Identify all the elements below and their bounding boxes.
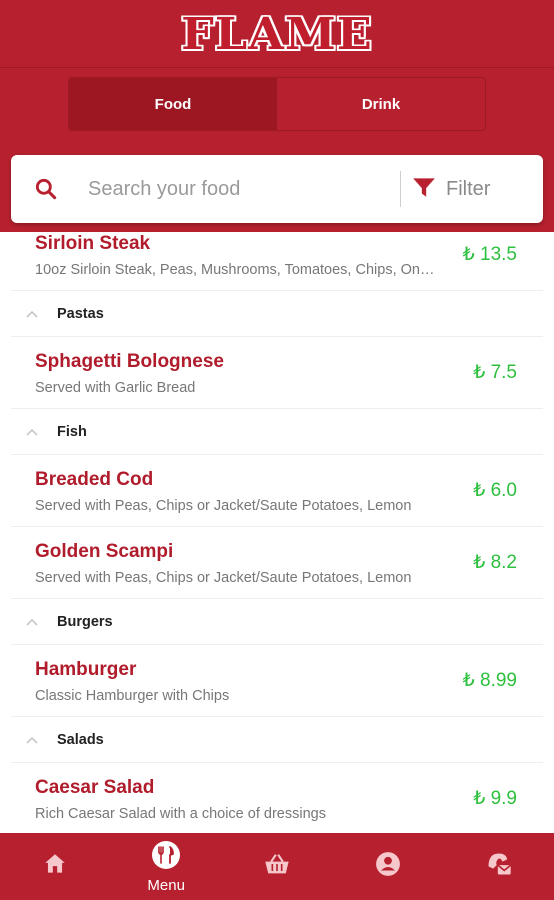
contact-icon bbox=[485, 850, 513, 883]
home-icon bbox=[42, 851, 68, 882]
menu-item-name: Hamburger bbox=[35, 659, 137, 680]
app-logo: FLAME bbox=[181, 7, 373, 60]
menu-icon bbox=[151, 840, 181, 875]
menu-item-name: Golden Scampi bbox=[35, 541, 174, 562]
category-label: Pastas bbox=[57, 305, 104, 322]
chevron-up-icon bbox=[25, 735, 45, 745]
chevron-up-icon bbox=[25, 617, 45, 627]
menu-item[interactable]: Caesar Salad Rich Caesar Salad with a cho… bbox=[11, 763, 543, 833]
category-header[interactable]: Salads bbox=[11, 717, 543, 763]
bottom-nav: Menu bbox=[0, 833, 554, 900]
filter-button[interactable]: Filter bbox=[411, 174, 490, 205]
category-tabs: Food Drink bbox=[68, 77, 486, 131]
category-label: Fish bbox=[57, 423, 87, 440]
menu-item-name: Sirloin Steak bbox=[35, 233, 151, 254]
nav-basket[interactable] bbox=[222, 833, 333, 900]
menu-item[interactable]: Sphagetti Bolognese Served with Garlic Br… bbox=[11, 337, 543, 409]
menu-item-description: Served with Peas, Chips or Jacket/Saute … bbox=[35, 570, 412, 586]
menu-item-description: Rich Caesar Salad with a choice of dress… bbox=[35, 806, 326, 822]
logo-bar: FLAME bbox=[0, 0, 554, 68]
filter-icon bbox=[411, 174, 437, 205]
search-bar: Filter bbox=[11, 155, 543, 223]
menu-item-name: Sphagetti Bolognese bbox=[35, 351, 224, 372]
menu-item[interactable]: Golden Scampi Served with Peas, Chips or … bbox=[11, 527, 543, 599]
nav-menu-label: Menu bbox=[147, 876, 185, 894]
chevron-up-icon bbox=[25, 427, 45, 437]
app-header: FLAME Food Drink Filter bbox=[0, 0, 554, 232]
tab-food[interactable]: Food bbox=[69, 78, 277, 130]
menu-item-description: Served with Peas, Chips or Jacket/Saute … bbox=[35, 498, 412, 514]
menu-item-price: ₺ 7.5 bbox=[473, 362, 517, 383]
menu-item[interactable]: Hamburger Classic Hamburger with Chips ₺ 8… bbox=[11, 645, 543, 717]
menu-list[interactable]: Sirloin Steak 10oz Sirloin Steak, Peas, M… bbox=[0, 232, 554, 833]
category-label: Burgers bbox=[57, 613, 113, 630]
menu-item[interactable]: Sirloin Steak 10oz Sirloin Steak, Peas, M… bbox=[11, 232, 543, 291]
menu-item-description: Served with Garlic Bread bbox=[35, 380, 196, 396]
menu-item-price: ₺ 6.0 bbox=[473, 480, 517, 501]
tab-drink[interactable]: Drink bbox=[277, 78, 485, 130]
nav-menu[interactable]: Menu bbox=[111, 833, 222, 900]
category-header[interactable]: Burgers bbox=[11, 599, 543, 645]
menu-item-price: ₺ 8.2 bbox=[473, 552, 517, 573]
menu-item-description: 10oz Sirloin Steak, Peas, Mushrooms, Tom… bbox=[35, 262, 435, 278]
account-icon bbox=[375, 851, 401, 882]
menu-item-name: Caesar Salad bbox=[35, 777, 155, 798]
menu-item-name: Breaded Cod bbox=[35, 469, 154, 490]
menu-item-price: ₺ 9.9 bbox=[473, 788, 517, 809]
menu-item-price: ₺ 8.99 bbox=[462, 670, 517, 691]
filter-label: Filter bbox=[446, 177, 491, 200]
category-header[interactable]: Pastas bbox=[11, 291, 543, 337]
search-input[interactable] bbox=[88, 169, 388, 209]
menu-item-description: Classic Hamburger with Chips bbox=[35, 688, 230, 704]
category-header[interactable]: Fish bbox=[11, 409, 543, 455]
menu-list-content: Sirloin Steak 10oz Sirloin Steak, Peas, M… bbox=[0, 232, 554, 833]
nav-contact[interactable] bbox=[443, 833, 554, 900]
nav-home[interactable] bbox=[0, 833, 111, 900]
search-icon bbox=[33, 176, 83, 202]
chevron-up-icon bbox=[25, 309, 45, 319]
menu-item-price: ₺ 13.5 bbox=[462, 244, 517, 265]
nav-account[interactable] bbox=[332, 833, 443, 900]
menu-item[interactable]: Breaded Cod Served with Peas, Chips or Ja… bbox=[11, 455, 543, 527]
basket-icon bbox=[263, 850, 291, 883]
category-label: Salads bbox=[57, 731, 104, 748]
search-divider bbox=[400, 171, 401, 207]
